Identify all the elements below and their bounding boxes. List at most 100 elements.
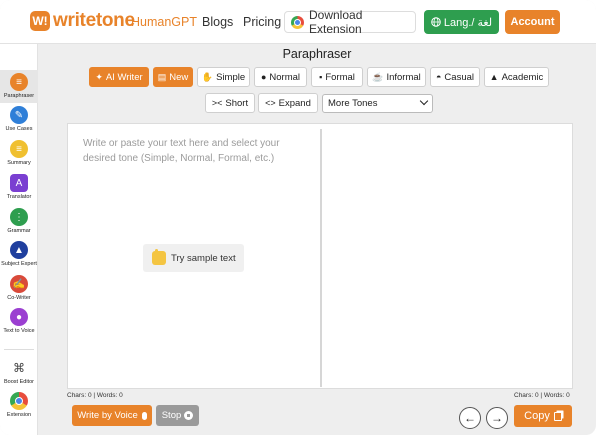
logo-mark-icon: W! (30, 11, 50, 31)
simple-tone-icon: ✋ (201, 71, 214, 82)
globe-icon (431, 17, 441, 27)
copy-label: Copy (524, 410, 550, 422)
nav-blogs[interactable]: Blogs (202, 15, 233, 29)
hat-icon: ◓ (435, 72, 442, 82)
document-icon: ▤ (157, 71, 167, 82)
tone-formal-button[interactable]: ▪ Formal (311, 67, 363, 87)
tone-label: Formal (325, 71, 355, 83)
output-counts: Chars: 0 | Words: 0 (514, 392, 570, 399)
try-sample-label: Try sample text (171, 252, 236, 264)
logo[interactable]: W! writetone (30, 10, 135, 32)
boost-editor-icon: ⌘ (10, 359, 28, 377)
chrome-icon (10, 392, 28, 410)
paraphraser-icon: ≡ (10, 73, 28, 91)
logo-text: writetone (53, 10, 135, 31)
tone-label: Normal (269, 71, 301, 83)
magic-wand-icon: ✦ (95, 71, 103, 82)
sidebar-item-grammar[interactable]: ⋮ Grammar (0, 205, 38, 238)
ai-writer-button[interactable]: ✦ AI Writer (89, 67, 149, 87)
tone-academic-button[interactable]: ▲ Academic (484, 67, 549, 87)
new-button[interactable]: ▤ New (153, 67, 193, 87)
sidebar-item-label: Grammar (7, 228, 31, 234)
sidebar-item-label: Extension (6, 412, 32, 418)
stop-label: Stop (161, 410, 182, 421)
try-sample-button[interactable]: Try sample text (143, 244, 244, 272)
sidebar-item-text-to-voice[interactable]: ● Text to Voice (0, 305, 38, 338)
collapse-icon: >< (211, 98, 223, 108)
tone-casual-button[interactable]: ◓ Casual (430, 67, 480, 87)
arrow-left-icon: ← (464, 411, 476, 425)
tone-label: Casual (444, 71, 474, 83)
expand-icon: <> (265, 98, 276, 108)
sidebar-divider (4, 349, 34, 350)
app-window: W! writetone HumanGPT Blogs Pricing Down… (0, 0, 596, 435)
summary-icon: ≡ (10, 140, 28, 158)
pen-icon: ✎ (10, 106, 28, 124)
short-button[interactable]: >< Short (205, 93, 255, 113)
sidebar-item-boost-editor[interactable]: ⌘ Boost Editor (0, 356, 38, 389)
editor-panel: Write or paste your text here and select… (67, 123, 573, 389)
new-label: New (169, 71, 189, 83)
sidebar-item-label: Text to Voice (3, 328, 35, 334)
input-counts: Chars: 0 | Words: 0 (67, 392, 123, 399)
page-title: Paraphraser (282, 47, 352, 61)
more-tones-select[interactable]: More Tones (322, 94, 433, 113)
account-button[interactable]: Account (505, 10, 560, 34)
hand-wave-icon (152, 249, 166, 265)
voice-icon: ● (10, 308, 28, 326)
sidebar-item-extension[interactable]: Extension (0, 389, 38, 422)
sidebar-item-label: Co-Writer (7, 295, 31, 301)
translate-icon: A (10, 174, 28, 192)
sidebar-item-subject-expert[interactable]: ▲ Subject Expert (0, 238, 38, 271)
nav-pricing[interactable]: Pricing (243, 15, 281, 29)
briefcase-icon: ▪ (319, 72, 323, 82)
sidebar-item-label: Subject Expert (1, 261, 37, 267)
co-writer-icon: ✍ (10, 275, 28, 293)
editor-divider[interactable] (320, 129, 322, 387)
sidebar-item-summary[interactable]: ≡ Summary (0, 137, 38, 170)
write-by-voice-button[interactable]: Write by Voice (72, 405, 152, 426)
tone-label: Academic (501, 71, 544, 83)
microphone-icon (141, 411, 147, 420)
sidebar-item-label: Boost Editor (4, 379, 34, 385)
tone-label: Informal (386, 71, 421, 83)
tone-label: Simple (216, 71, 246, 83)
tone-informal-button[interactable]: ☕ Informal (367, 67, 426, 87)
download-extension-label: Download Extension (309, 8, 363, 36)
tone-simple-button[interactable]: ✋ Simple (197, 67, 250, 87)
sidebar: ≡ Paraphraser ✎ Use Cases ≡ Summary A Tr… (0, 44, 38, 435)
top-navbar: W! writetone HumanGPT Blogs Pricing Down… (0, 0, 596, 44)
write-by-voice-label: Write by Voice (77, 410, 138, 421)
next-button[interactable]: → (486, 407, 508, 429)
input-textarea[interactable]: Write or paste your text here and select… (83, 137, 303, 166)
language-label: Lang./ لغة (443, 16, 493, 29)
sidebar-item-label: Translator (6, 194, 32, 200)
sidebar-item-label: Summary (7, 160, 31, 166)
chevron-down-icon (419, 96, 429, 106)
ai-writer-label: AI Writer (105, 71, 143, 83)
stop-icon (184, 411, 194, 420)
nav-humangpt[interactable]: HumanGPT (131, 15, 197, 29)
grammar-icon: ⋮ (10, 208, 28, 226)
copy-button[interactable]: Copy (514, 405, 572, 427)
sidebar-item-paraphraser[interactable]: ≡ Paraphraser (0, 70, 38, 103)
chrome-icon (291, 15, 304, 29)
expand-label: Expand (278, 97, 311, 109)
sidebar-item-translator[interactable]: A Translator (0, 171, 38, 204)
graduation-cap-icon: ▲ (489, 72, 499, 82)
previous-button[interactable]: ← (459, 407, 481, 429)
language-button[interactable]: Lang./ لغة (424, 10, 499, 34)
expand-button[interactable]: <> Expand (258, 93, 318, 113)
copy-icon (553, 411, 562, 421)
sidebar-item-label: Paraphraser (3, 93, 35, 99)
stop-button[interactable]: Stop (156, 405, 199, 426)
coffee-icon: ☕ (372, 71, 384, 82)
sidebar-item-co-writer[interactable]: ✍ Co-Writer (0, 272, 38, 305)
download-extension-button[interactable]: Download Extension (284, 8, 416, 36)
sidebar-item-label: Use Cases (5, 126, 33, 132)
arrow-right-icon: → (491, 411, 503, 425)
sidebar-item-use-cases[interactable]: ✎ Use Cases (0, 103, 38, 136)
more-tones-value: More Tones (328, 98, 378, 109)
tone-normal-button[interactable]: ● Normal (254, 67, 307, 87)
graduation-cap-icon: ▲ (10, 241, 28, 259)
